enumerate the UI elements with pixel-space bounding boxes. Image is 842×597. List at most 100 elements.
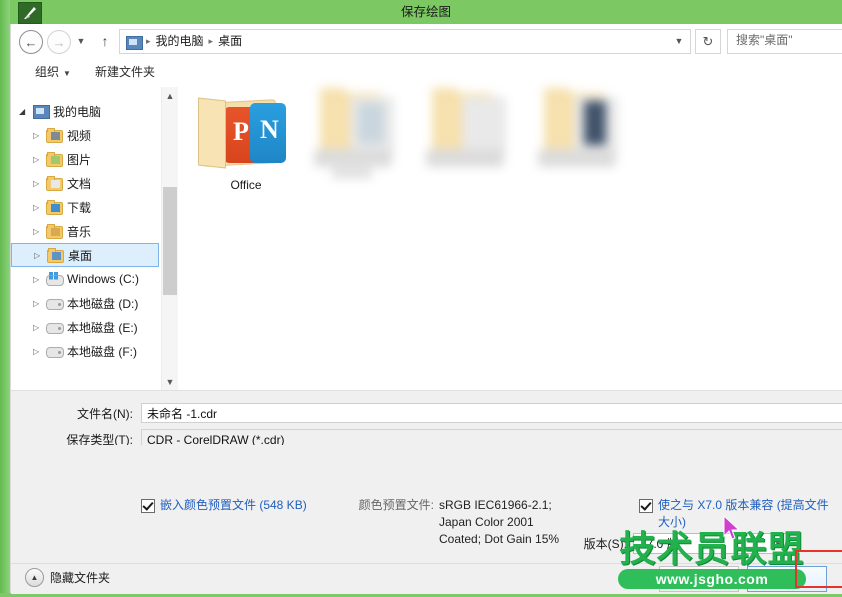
file-list-pane[interactable]: P N Office <box>178 87 842 390</box>
list-item[interactable] <box>530 87 630 197</box>
tree-item-pictures[interactable]: ▷ 图片 <box>11 147 161 171</box>
file-item-office[interactable]: P N Office <box>196 93 296 192</box>
browser-panes: ◢ 我的电脑 ▷ 视频 ▷ 图片 ▷ 文档 ▷ 下载 ▷ 音乐 ▷ 桌面 ▷ W… <box>11 87 842 390</box>
tree-item-documents[interactable]: ▷ 文档 <box>11 171 161 195</box>
new-folder-button[interactable]: 新建文件夹 <box>89 58 161 87</box>
folder-desktop-icon <box>47 247 64 263</box>
tree-item-drive-e[interactable]: ▷ 本地磁盘 (E:) <box>11 315 161 339</box>
dialog-window: ← → ▼ ↑ ▸ 我的电脑 ▸ 桌面 ▼ ↻ 搜索"桌面" 组织 ▼ 新建文件… <box>10 24 842 594</box>
file-item-label: Office <box>230 178 262 192</box>
navigation-bar: ← → ▼ ↑ ▸ 我的电脑 ▸ 桌面 ▼ ↻ 搜索"桌面" <box>11 24 842 59</box>
list-item[interactable] <box>418 87 518 197</box>
compatibility-option[interactable]: 使之与 X7.0 版本兼容 (提高文件大小) <box>639 497 839 531</box>
desktop-background-left <box>0 0 10 597</box>
breadcrumb-item-computer[interactable]: 我的电脑 <box>154 31 206 52</box>
hide-folders-label: 隐藏文件夹 <box>50 571 111 585</box>
folder-downloads-icon <box>46 199 63 215</box>
save-drawing-dialog: 保存绘图 ← → ▼ ↑ ▸ 我的电脑 ▸ 桌面 ▼ ↻ 搜索"桌面" 组织 ▼… <box>0 0 842 597</box>
expander-icon[interactable]: ▷ <box>33 179 46 188</box>
tree-item-downloads[interactable]: ▷ 下载 <box>11 195 161 219</box>
expander-icon[interactable]: ▷ <box>33 299 46 308</box>
expander-icon[interactable]: ▷ <box>33 131 46 140</box>
computer-icon <box>125 35 143 50</box>
filename-label: 文件名(N): <box>77 407 133 421</box>
embed-profile-checkbox[interactable] <box>141 499 155 513</box>
back-arrow-icon[interactable]: ← <box>19 30 43 54</box>
office-folder-icon: P N <box>198 93 294 175</box>
expander-icon[interactable]: ▷ <box>33 275 46 284</box>
refresh-icon[interactable]: ↻ <box>695 29 721 54</box>
version-value: 17.0 版 <box>640 537 679 551</box>
drive-windows-icon <box>46 271 64 287</box>
color-profile-line-2: Japan Color 2001 <box>439 515 534 529</box>
expander-icon[interactable]: ▷ <box>34 251 47 260</box>
folder-pictures-icon <box>46 151 63 167</box>
expander-icon[interactable]: ▷ <box>33 347 46 356</box>
hide-folders-button[interactable]: ▲ 隐藏文件夹 <box>25 568 110 587</box>
tree-item-drive-f[interactable]: ▷ 本地磁盘 (F:) <box>11 339 161 363</box>
dialog-footer: ▲ 隐藏文件夹 高级(A) 保存 <box>11 563 842 594</box>
version-select[interactable]: 17.0 版 ▼ <box>633 533 788 554</box>
tree-item-label: 下载 <box>67 200 92 215</box>
search-placeholder: 搜索"桌面" <box>736 33 793 47</box>
tree-scrollbar[interactable]: ▲ ▼ <box>161 87 178 390</box>
folder-icon <box>418 87 528 197</box>
tree-item-drive-d[interactable]: ▷ 本地磁盘 (D:) <box>11 291 161 315</box>
save-form: 文件名(N): 未命名 -1.cdr 保存类型(T): CDR - CorelD… <box>11 390 842 449</box>
folder-music-icon <box>46 223 63 239</box>
color-profile-line-1: sRGB IEC61966-2.1; <box>439 498 552 512</box>
pen-nib-icon <box>18 2 42 24</box>
scroll-up-icon[interactable]: ▲ <box>162 87 178 104</box>
advanced-button[interactable]: 高级(A) <box>659 566 739 592</box>
filename-row: 文件名(N): 未命名 -1.cdr <box>11 403 842 425</box>
compatibility-checkbox[interactable] <box>639 499 653 513</box>
scroll-down-icon[interactable]: ▼ <box>162 373 178 390</box>
tree-item-label: 桌面 <box>68 248 93 263</box>
title-bar: 保存绘图 <box>10 0 842 24</box>
recent-locations-dropdown-icon[interactable]: ▼ <box>75 36 87 46</box>
tree-item-label: 本地磁盘 (E:) <box>67 320 138 335</box>
chevron-down-icon[interactable]: ▼ <box>672 30 686 51</box>
expander-icon[interactable]: ▷ <box>33 227 46 236</box>
chevron-down-icon: ▼ <box>63 69 71 78</box>
expander-icon[interactable]: ▷ <box>33 155 46 164</box>
tree-item-videos[interactable]: ▷ 视频 <box>11 123 161 147</box>
tree-item-computer[interactable]: ◢ 我的电脑 <box>11 99 161 123</box>
folder-videos-icon <box>46 127 63 143</box>
tree-item-windows-c[interactable]: ▷ Windows (C:) <box>11 267 161 291</box>
expander-icon[interactable]: ◢ <box>19 107 32 116</box>
breadcrumb-separator: ▸ <box>208 36 214 46</box>
expander-icon[interactable]: ▷ <box>33 323 46 332</box>
forward-arrow-icon[interactable]: → <box>47 30 71 54</box>
breadcrumb-item-desktop[interactable]: 桌面 <box>216 31 244 52</box>
embed-profile-option[interactable]: 嵌入颜色预置文件 (548 KB) <box>141 497 331 514</box>
folder-icon <box>530 87 640 197</box>
breadcrumb-separator: ▸ <box>146 36 151 46</box>
embed-profile-label: 嵌入颜色预置文件 (548 KB) <box>160 498 307 512</box>
tree-item-label: 本地磁盘 (D:) <box>67 296 139 311</box>
tree-item-desktop[interactable]: ▷ 桌面 <box>11 243 159 267</box>
chevron-down-icon: ▼ <box>774 540 782 549</box>
tree-item-label: 视频 <box>67 128 92 143</box>
up-arrow-icon[interactable]: ↑ <box>97 32 113 50</box>
filename-input[interactable]: 未命名 -1.cdr <box>141 403 842 423</box>
color-profile-line-3: Coated; Dot Gain 15% <box>439 532 560 546</box>
color-profile-label: 颜色预置文件: <box>358 498 434 512</box>
drive-icon <box>46 320 64 335</box>
save-button[interactable]: 保存 <box>747 566 827 592</box>
chevron-up-icon: ▲ <box>25 568 44 587</box>
drive-icon <box>46 296 64 311</box>
tree-item-label: 文档 <box>67 176 92 191</box>
drive-icon <box>46 344 64 359</box>
scrollbar-thumb[interactable] <box>163 187 177 295</box>
tree-item-label: 本地磁盘 (F:) <box>67 344 137 359</box>
address-bar[interactable]: ▸ 我的电脑 ▸ 桌面 ▼ <box>119 29 691 54</box>
tree-item-label: 图片 <box>67 152 92 167</box>
search-input[interactable]: 搜索"桌面" <box>727 29 842 54</box>
compatibility-label: 使之与 X7.0 版本兼容 (提高文件大小) <box>658 498 829 529</box>
organize-button[interactable]: 组织 ▼ <box>29 58 77 87</box>
organize-label: 组织 <box>35 65 60 79</box>
tree-item-music[interactable]: ▷ 音乐 <box>11 219 161 243</box>
expander-icon[interactable]: ▷ <box>33 203 46 212</box>
list-item[interactable] <box>306 87 406 197</box>
